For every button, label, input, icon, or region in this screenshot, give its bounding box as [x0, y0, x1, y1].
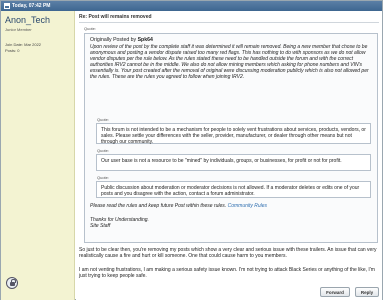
- quote-label: Quote:: [84, 26, 97, 31]
- inner-quote-label: Quote:: [97, 175, 110, 180]
- rule-quote-box: Public discussion about moderation or mo…: [96, 181, 371, 198]
- reply-paragraph: So just to be clear then, you're removin…: [79, 247, 377, 259]
- posted-by-prefix: Originally Posted by: [90, 37, 137, 43]
- join-date: Join Date: Mar 2022: [5, 42, 42, 47]
- user-info-sidebar: Anon_Tech Junior Member Join Date: Mar 2…: [1, 11, 75, 300]
- post-count: Posts: 0: [5, 48, 20, 53]
- post-header-bar: Today, 07:42 PM: [1, 1, 382, 11]
- calendar-icon: [4, 3, 10, 9]
- quote-attribution: Originally Posted by Spk64: [90, 37, 153, 43]
- title-divider: [79, 22, 379, 23]
- username-link[interactable]: Anon_Tech: [5, 15, 50, 25]
- rule-quote-box: This forum is not intended to be a mecha…: [96, 123, 371, 145]
- rule-text: This forum is not intended to be a mecha…: [101, 127, 366, 145]
- rule-text: Our user base is not a resource to be "m…: [101, 158, 342, 164]
- forward-button[interactable]: Forward: [320, 287, 350, 297]
- rule-quote-box: Our user base is not a resource to be "m…: [96, 154, 371, 171]
- read-rules-line: Please read the rules and keep future Po…: [90, 203, 376, 209]
- post-timestamp: Today, 07:42 PM: [12, 3, 51, 9]
- staff-quote-box: Originally Posted by Spk64 Upon review o…: [84, 33, 378, 243]
- rule-text: Public discussion about moderation or mo…: [101, 185, 360, 197]
- post-content: Re: Post will remains removed Quote: Ori…: [76, 11, 382, 300]
- staff-message-text: Upon review of the post by the complete …: [90, 44, 369, 80]
- post-container: Today, 07:42 PM Anon_Tech Junior Member …: [0, 0, 383, 300]
- community-rules-link[interactable]: Community Rules: [228, 203, 267, 209]
- reply-button[interactable]: Reply: [355, 287, 379, 297]
- inner-quote-label: Quote:: [97, 148, 110, 153]
- post-title: Re: Post will remains removed: [79, 14, 152, 20]
- reply-paragraph: I am not venting frustrations, I am maki…: [79, 267, 375, 279]
- inner-quote-label: Quote:: [97, 117, 110, 122]
- quoted-author: Spk64: [137, 37, 153, 43]
- user-title: Junior Member: [5, 27, 32, 32]
- user-offline-lock-icon: [6, 277, 18, 289]
- signoff-text: Site Staff: [90, 223, 111, 229]
- read-rules-text: Please read the rules and keep future Po…: [90, 203, 227, 209]
